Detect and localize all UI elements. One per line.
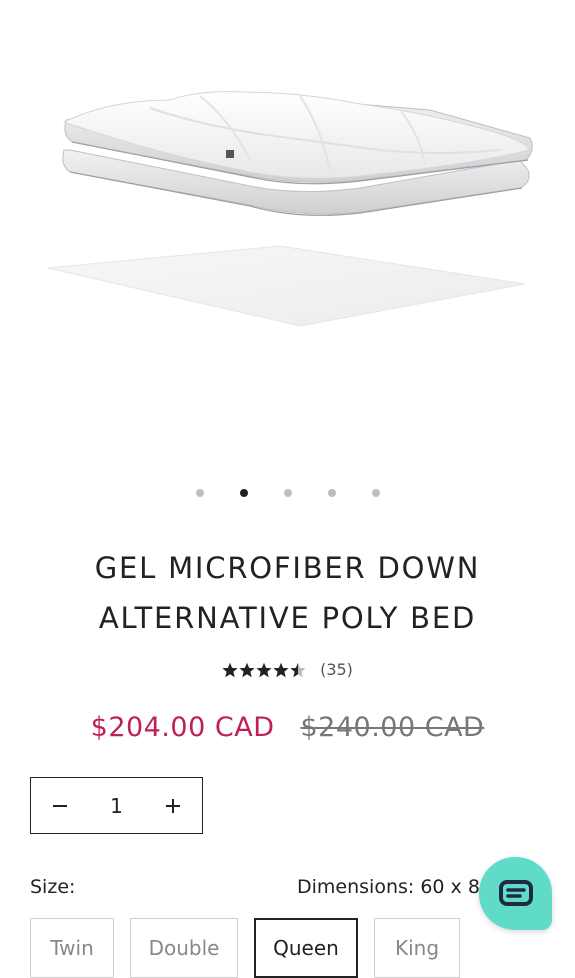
star-rating-icon [222,662,306,677]
dimensions-label: Dimensions: 60 x 80 [297,876,493,898]
increment-button[interactable] [162,795,184,817]
product-title-line-2: ALTERNATIVE POLY BED [98,601,477,635]
rating-stars [222,661,308,679]
quantity-value[interactable]: 1 [110,794,123,818]
chat-button[interactable] [479,857,552,930]
price-block: $204.00 CAD $240.00 CAD [0,712,575,743]
quantity-stepper: 1 [30,777,203,834]
gallery-dot-1[interactable] [195,489,204,497]
chat-icon [498,879,533,906]
size-option-queen[interactable]: Queen [254,918,358,978]
review-count[interactable]: (35) [320,660,353,679]
gallery-dot-2[interactable] [239,489,248,497]
size-selector: Twin Double Queen King [30,918,460,978]
original-price: $240.00 CAD [300,712,485,743]
size-option-double[interactable]: Double [130,918,238,978]
sale-price: $204.00 CAD [90,712,275,743]
product-rating[interactable]: (35) [0,660,575,679]
mattress-topper-image [47,91,533,327]
size-option-twin[interactable]: Twin [30,918,114,978]
gallery-dot-5[interactable] [371,489,380,497]
decrement-button[interactable] [49,795,71,817]
product-title: GEL MICROFIBER DOWN ALTERNATIVE POLY BED [0,543,575,643]
size-option-king[interactable]: King [374,918,460,978]
minus-icon [53,804,67,807]
size-label: Size: [30,876,76,898]
plus-icon [165,798,180,813]
gallery-dot-3[interactable] [283,489,292,497]
gallery-pagination [0,489,575,497]
product-title-line-1: GEL MICROFIBER DOWN [94,551,481,585]
product-image-gallery[interactable] [0,0,575,470]
gallery-dot-4[interactable] [327,489,336,497]
